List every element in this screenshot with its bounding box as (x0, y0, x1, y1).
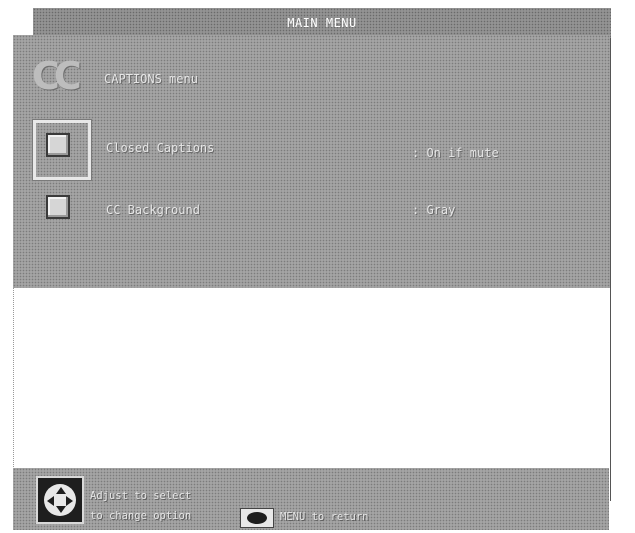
navigation-pad-icon (36, 476, 84, 524)
window-title: MAIN MENU (287, 16, 357, 30)
arrow-right-icon (66, 496, 73, 506)
closed-captions-label[interactable]: Closed Captions (106, 141, 214, 155)
cc-background-value: : Gray (412, 203, 456, 217)
title-bar: MAIN MENU (33, 8, 611, 38)
arrow-left-icon (47, 496, 54, 506)
cc-logo: CC (32, 54, 82, 98)
closed-captions-checkbox[interactable] (46, 133, 70, 157)
menu-button-icon (240, 508, 274, 528)
closed-captions-value: : On if mute (412, 146, 499, 160)
footer-hint-select: Adjust to select (90, 490, 192, 502)
menu-heading: CAPTIONS menu (104, 72, 198, 86)
arrow-up-icon (56, 487, 66, 494)
arrow-down-icon (56, 506, 66, 513)
cc-background-checkbox[interactable] (46, 195, 70, 219)
footer-hint-change: to change option (90, 510, 192, 522)
footer-hint-return: MENU to return (280, 511, 369, 523)
cc-background-label[interactable]: CC Background (106, 203, 200, 217)
captions-panel (13, 35, 610, 288)
oval-icon (247, 512, 267, 524)
